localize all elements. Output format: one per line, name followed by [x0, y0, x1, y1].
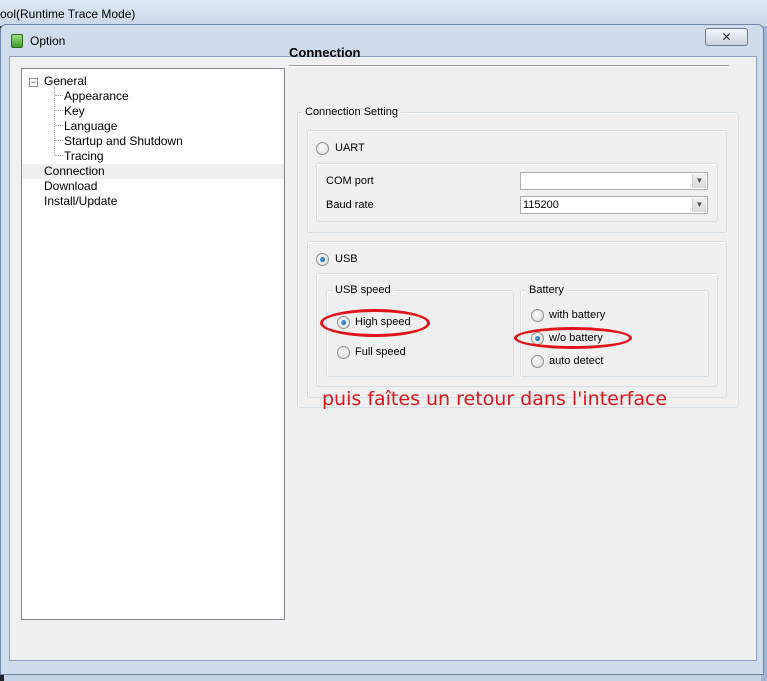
highlight-ellipse-wo-battery: [514, 327, 632, 349]
tree-item-tracing[interactable]: Tracing: [64, 149, 104, 164]
collapse-icon[interactable]: −: [29, 78, 38, 87]
com-port-label: COM port: [326, 175, 374, 187]
app-icon: [11, 34, 23, 48]
tree-connector: [54, 87, 55, 155]
baud-rate-value: 115200: [523, 199, 559, 211]
tree-item-install-update[interactable]: Install/Update: [44, 194, 117, 209]
tree-connector: [55, 125, 63, 126]
usb-speed-label: USB speed: [332, 284, 394, 296]
tree-item-general[interactable]: General: [44, 74, 87, 89]
com-port-select[interactable]: ▼: [520, 172, 708, 190]
baud-rate-label: Baud rate: [326, 199, 374, 211]
tree-item-appearance[interactable]: Appearance: [64, 89, 129, 104]
dialog-title: Option: [30, 34, 66, 48]
uart-label[interactable]: UART: [335, 142, 365, 154]
uart-radio[interactable]: [316, 142, 329, 155]
usb-label[interactable]: USB: [335, 253, 358, 265]
tree-connector: [55, 95, 63, 96]
tree-item-startup-shutdown[interactable]: Startup and Shutdown: [64, 134, 183, 149]
tree-item-key[interactable]: Key: [64, 104, 85, 119]
auto-detect-label[interactable]: auto detect: [549, 355, 603, 367]
battery-label: Battery: [526, 284, 567, 296]
with-battery-label[interactable]: with battery: [549, 309, 605, 321]
auto-detect-radio[interactable]: [531, 355, 544, 368]
close-button[interactable]: ✕: [705, 28, 748, 46]
tree-connector: [55, 155, 63, 156]
chevron-down-icon[interactable]: ▼: [692, 198, 706, 212]
tree-item-download[interactable]: Download: [44, 179, 97, 194]
close-icon: ✕: [721, 30, 732, 44]
title-divider: [289, 65, 729, 67]
chevron-down-icon[interactable]: ▼: [692, 174, 706, 188]
background-app-titlebar: ool(Runtime Trace Mode): [0, 0, 767, 26]
with-battery-radio[interactable]: [531, 309, 544, 322]
tree-item-language[interactable]: Language: [64, 119, 117, 134]
connection-setting-label: Connection Setting: [302, 106, 401, 118]
tree-item-connection[interactable]: Connection: [22, 164, 284, 179]
tree-connector: [55, 140, 63, 141]
dialog-titlebar[interactable]: Option ✕: [1, 25, 763, 55]
options-tree[interactable]: − General Appearance Key Language Startu…: [21, 68, 285, 620]
highlight-ellipse-high-speed: [320, 309, 430, 337]
page-title: Connection: [289, 45, 361, 60]
background-app-title: ool(Runtime Trace Mode): [0, 7, 136, 21]
usb-radio[interactable]: [316, 253, 329, 266]
tree-connector: [55, 110, 63, 111]
baud-rate-select[interactable]: 115200 ▼: [520, 196, 708, 214]
full-speed-radio[interactable]: [337, 346, 350, 359]
full-speed-label[interactable]: Full speed: [355, 346, 406, 358]
annotation-text: puis faîtes un retour dans l'interface: [322, 388, 668, 410]
